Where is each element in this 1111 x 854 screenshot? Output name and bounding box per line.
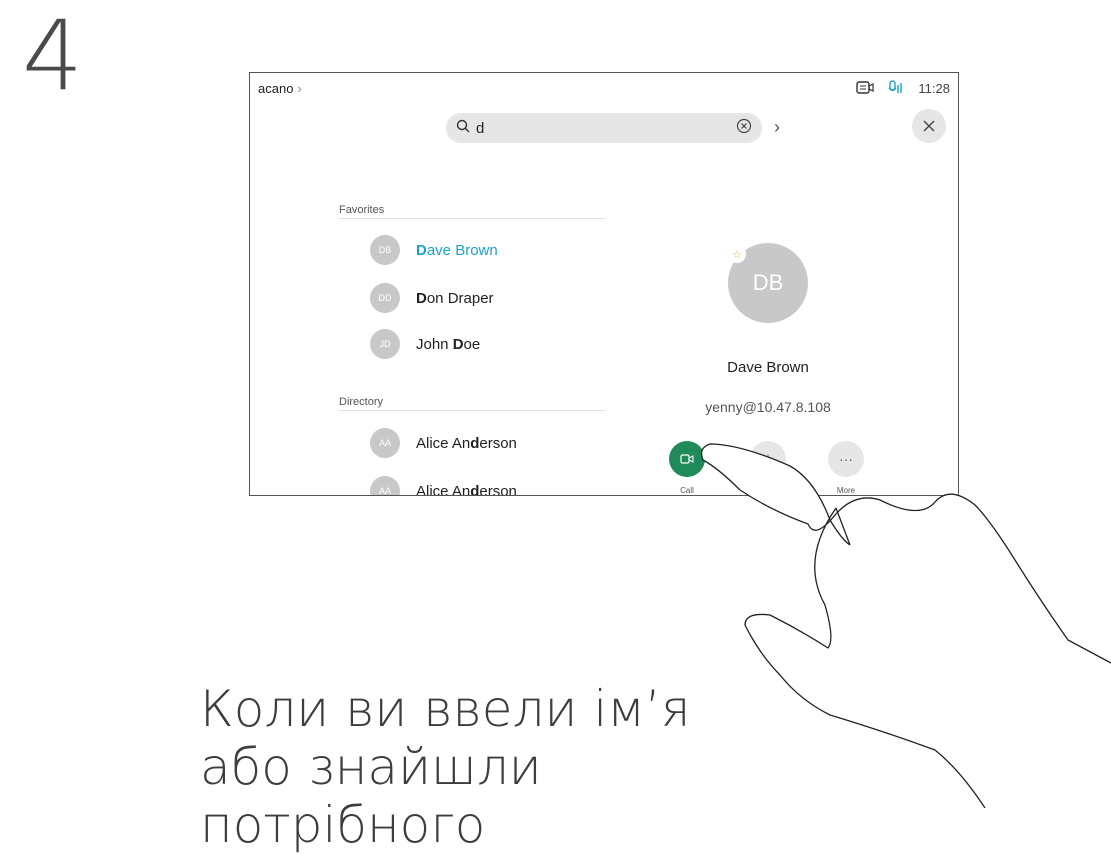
caption: Коли ви ввели ім’я або знайшли потрібног… <box>200 680 691 854</box>
